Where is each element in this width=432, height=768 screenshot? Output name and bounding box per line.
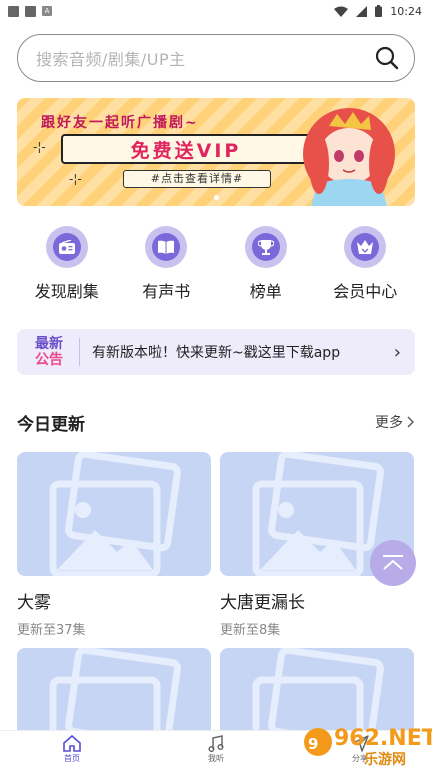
- announcement-bar[interactable]: 最新 公告 有新版本啦！快来更新~戳这里下载app ›: [17, 329, 415, 375]
- notification-icon: A: [42, 6, 52, 16]
- nav-icon-bg: [344, 226, 387, 268]
- nav-icon-fg: [52, 233, 81, 261]
- search-icon[interactable]: [374, 45, 400, 71]
- music-icon: [208, 735, 224, 752]
- more-link[interactable]: 更多: [375, 412, 415, 432]
- card-episode-count: 更新至37集: [17, 623, 86, 638]
- scroll-to-top-button[interactable]: [370, 540, 416, 586]
- quick-nav: 发现剧集 有声书 榜单 会员中心: [17, 226, 415, 306]
- svg-text:9: 9: [308, 735, 318, 753]
- placeholder-image-icon: [17, 452, 211, 576]
- book-icon: [158, 240, 175, 254]
- card-title: 大雾: [17, 593, 51, 613]
- card-title: 大唐更漏长: [220, 593, 305, 613]
- announcement-text: 有新版本啦！快来更新~戳这里下载app: [92, 345, 341, 361]
- battery-icon: [375, 5, 383, 17]
- placeholder-image-icon: [17, 648, 211, 730]
- announcement-tag-line1: 最新: [35, 336, 63, 352]
- nav-discover[interactable]: 发现剧集: [17, 226, 117, 306]
- notification-icon: [25, 5, 36, 17]
- notification-icon: [8, 5, 19, 17]
- announcement-tag-line2: 公告: [35, 352, 63, 368]
- today-updates-header: 今日更新 更多: [17, 408, 415, 436]
- search-placeholder: 搜索音频/剧集/UP主: [36, 50, 186, 69]
- banner-main-text: 免费送VIP: [130, 139, 242, 162]
- sparkle-icon: -¦-: [69, 172, 82, 186]
- banner-pagination: [17, 195, 415, 200]
- more-label: 更多: [375, 415, 403, 431]
- status-bar: A 10:24: [0, 0, 432, 22]
- watermark-brand: 962.NET: [334, 726, 432, 751]
- nav-label: 榜单: [249, 282, 282, 301]
- nav-label: 发现剧集: [34, 282, 99, 301]
- section-title: 今日更新: [17, 414, 85, 435]
- tab-label: 首页: [64, 754, 80, 763]
- signal-icon: [356, 5, 368, 17]
- nav-icon-fg: [251, 233, 280, 261]
- nav-label: 有声书: [142, 282, 191, 301]
- chevron-up-icon: [383, 555, 403, 570]
- nav-ranking[interactable]: 榜单: [216, 226, 316, 306]
- nav-icon-bg: [244, 226, 287, 268]
- home-icon: [63, 735, 81, 752]
- banner-card: 免费送VIP: [61, 134, 311, 164]
- sparkle-icon: -¦-: [33, 140, 46, 154]
- tab-my-listening[interactable]: 我听: [161, 735, 271, 764]
- chevron-right-icon: [407, 416, 414, 428]
- crown-icon: [357, 240, 374, 254]
- tab-label: 我听: [208, 754, 224, 763]
- tab-home[interactable]: 首页: [17, 735, 127, 764]
- nav-icon-fg: [152, 233, 181, 261]
- radio-icon: [58, 240, 75, 254]
- banner-headline: 跟好友一起听广播剧~: [41, 115, 199, 131]
- nav-icon-fg: [351, 233, 380, 261]
- trophy-icon: [257, 240, 274, 255]
- drama-card[interactable]: [17, 648, 211, 730]
- search-input[interactable]: 搜索音频/剧集/UP主: [17, 34, 415, 82]
- card-episode-count: 更新至8集: [220, 623, 281, 638]
- drama-card[interactable]: 大雾 更新至37集: [17, 452, 211, 638]
- banner-dot[interactable]: [213, 195, 219, 200]
- nav-icon-bg: [145, 226, 188, 268]
- nav-label: 会员中心: [333, 282, 398, 301]
- announcement-tag: 最新 公告: [35, 336, 63, 368]
- nav-vip-center[interactable]: 会员中心: [316, 226, 416, 306]
- status-time: 10:24: [390, 4, 422, 18]
- site-watermark-logo: 9 962.NET 乐游网: [304, 726, 432, 768]
- anime-girl-illustration: [303, 108, 395, 206]
- wifi-icon: [334, 6, 349, 17]
- chevron-right-icon: ›: [393, 341, 401, 363]
- nav-audiobook[interactable]: 有声书: [117, 226, 217, 306]
- nav-icon-bg: [45, 226, 88, 268]
- promo-banner[interactable]: 跟好友一起听广播剧~ -¦- -¦- 免费送VIP #点击查看详情#: [17, 98, 415, 206]
- watermark-sub: 乐游网: [364, 751, 406, 768]
- banner-detail-link[interactable]: #点击查看详情#: [123, 170, 271, 188]
- notification-icons: A: [8, 5, 52, 17]
- divider: [79, 338, 80, 366]
